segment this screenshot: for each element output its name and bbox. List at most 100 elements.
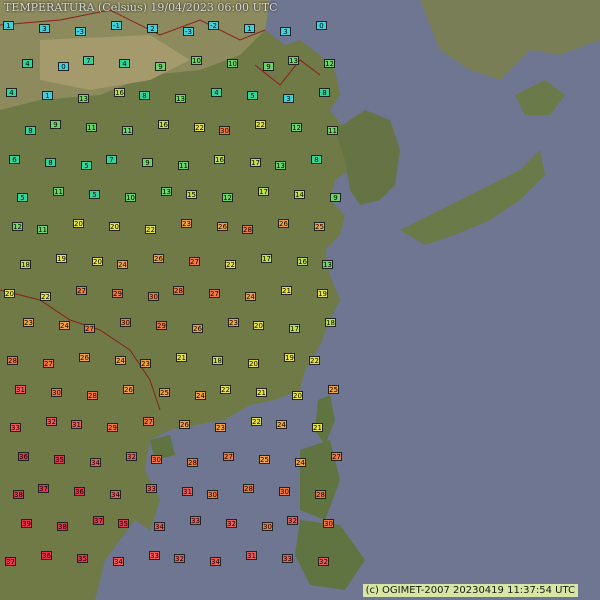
station-marker: -3 (75, 27, 86, 36)
station-marker: 34 (110, 490, 121, 499)
station-marker: 28 (315, 490, 326, 499)
station-marker: 19 (56, 254, 67, 263)
station-marker: 27 (209, 289, 220, 298)
station-marker: 26 (153, 254, 164, 263)
station-marker: 36 (18, 452, 29, 461)
station-marker: 12 (324, 59, 335, 68)
station-marker: -3 (183, 27, 194, 36)
station-marker: 33 (149, 551, 160, 560)
station-marker: 30 (148, 292, 159, 301)
station-marker: 33 (146, 484, 157, 493)
station-marker: -2 (208, 21, 219, 30)
station-marker: 15 (186, 190, 197, 199)
station-marker: 36 (74, 487, 85, 496)
station-marker: 28 (187, 458, 198, 467)
station-marker: 33 (190, 516, 201, 525)
station-marker: 1 (3, 21, 14, 30)
station-marker: 30 (323, 519, 334, 528)
station-marker: 27 (76, 286, 87, 295)
station-marker: 12 (291, 123, 302, 132)
station-marker: 18 (325, 318, 336, 327)
station-marker: 8 (319, 88, 330, 97)
station-marker: 20 (4, 289, 15, 298)
station-marker: 31 (182, 487, 193, 496)
station-marker: 16 (158, 120, 169, 129)
station-marker: 36 (41, 551, 52, 560)
credit-text: (c) OGIMET-2007 20230419 11:37:54 UTC (362, 584, 578, 597)
station-marker: 21 (281, 286, 292, 295)
station-marker: 23 (140, 359, 151, 368)
station-marker: 33 (10, 423, 21, 432)
station-marker: 1 (42, 91, 53, 100)
station-marker: 19 (317, 289, 328, 298)
station-marker: 38 (13, 490, 24, 499)
station-marker: 37 (93, 516, 104, 525)
station-marker: 26 (179, 420, 190, 429)
station-marker: 24 (245, 292, 256, 301)
station-marker: 17 (250, 158, 261, 167)
station-marker: 0 (316, 21, 327, 30)
station-marker: 20 (248, 359, 259, 368)
station-marker: 25 (159, 388, 170, 397)
station-marker: 2 (147, 24, 158, 33)
station-marker: 27 (143, 417, 154, 426)
station-marker: 9 (142, 158, 153, 167)
station-marker: 37 (38, 484, 49, 493)
station-marker: 22 (225, 260, 236, 269)
station-marker: 23 (23, 318, 34, 327)
station-marker: 31 (246, 551, 257, 560)
station-marker: 24 (276, 420, 287, 429)
station-marker: 8 (45, 158, 56, 167)
station-marker: 10 (125, 193, 136, 202)
station-marker: 34 (90, 458, 101, 467)
station-marker: 9 (155, 62, 166, 71)
station-marker: 13 (322, 260, 333, 269)
station-marker: 24 (117, 260, 128, 269)
station-marker: 11 (327, 126, 338, 135)
temperature-map: TEMPERATURA (Celsius) 19/04/2023 06:00 U… (0, 0, 600, 600)
station-marker: 4 (22, 59, 33, 68)
station-marker: 29 (112, 289, 123, 298)
station-marker: 4 (119, 59, 130, 68)
station-marker: 27 (43, 359, 54, 368)
station-marker: 32 (318, 557, 329, 566)
station-marker: 32 (287, 516, 298, 525)
station-marker: 21 (256, 388, 267, 397)
station-marker: 18 (212, 356, 223, 365)
station-marker: 17 (289, 324, 300, 333)
station-marker: 12 (12, 222, 23, 231)
station-marker: 30 (207, 490, 218, 499)
station-marker: 27 (84, 324, 95, 333)
station-marker: 9 (263, 62, 274, 71)
station-marker: 16 (214, 155, 225, 164)
station-marker: 8 (139, 91, 150, 100)
station-marker: 13 (175, 94, 186, 103)
station-marker: 4 (6, 88, 17, 97)
station-marker: 5 (81, 161, 92, 170)
station-marker: 11 (122, 126, 133, 135)
station-marker: 26 (217, 222, 228, 231)
station-marker: 22 (251, 417, 262, 426)
station-marker: 16 (297, 257, 308, 266)
station-marker: 28 (242, 225, 253, 234)
station-marker: 35 (118, 519, 129, 528)
station-marker: 26 (278, 219, 289, 228)
station-marker: 5 (17, 193, 28, 202)
station-marker: 5 (89, 190, 100, 199)
station-marker: 5 (247, 91, 258, 100)
station-marker: 20 (92, 257, 103, 266)
station-marker: 8 (311, 155, 322, 164)
station-marker: 14 (294, 190, 305, 199)
station-marker: 10 (227, 59, 238, 68)
station-marker: 12 (222, 193, 233, 202)
station-marker: 26 (79, 353, 90, 362)
station-marker: 7 (106, 155, 117, 164)
station-marker: 3 (283, 94, 294, 103)
station-marker: 21 (312, 423, 323, 432)
station-marker: 25 (259, 455, 270, 464)
station-marker: 22 (255, 120, 266, 129)
station-marker: 32 (174, 554, 185, 563)
station-marker: 23 (181, 219, 192, 228)
station-marker: 11 (37, 225, 48, 234)
station-marker: 20 (73, 219, 84, 228)
